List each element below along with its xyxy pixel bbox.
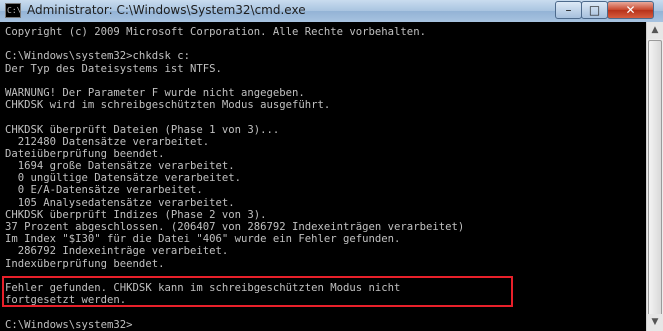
close-button[interactable]: ✕ xyxy=(607,1,654,19)
console-line: 0 ungültige Datensätze verarbeitet. xyxy=(5,172,241,185)
console-line: 0 E/A-Datensätze verarbeitet. xyxy=(5,184,203,197)
console-line: Im Index "$I30" für die Datei "406" wurd… xyxy=(5,233,401,246)
scroll-thumb[interactable] xyxy=(648,40,662,323)
console-line: CHKDSK überprüft Indizes (Phase 2 von 3)… xyxy=(5,208,267,221)
console-line: C:\Windows\system32> xyxy=(5,318,133,331)
console-line: 286792 Indexeinträge verarbeitet. xyxy=(5,245,229,258)
cmd-window: C:\ Administrator: C:\Windows\System32\c… xyxy=(0,0,663,331)
console-line: 212480 Datensätze verarbeitet. xyxy=(5,135,210,148)
scroll-up-icon[interactable]: ▲ xyxy=(647,22,663,39)
console-line: Copyright (c) 2009 Microsoft Corporation… xyxy=(5,26,426,38)
console-line: 37 Prozent abgeschlossen. (206407 von 28… xyxy=(5,221,465,233)
console-line: C:\Windows\system32>chkdsk c: xyxy=(5,50,190,63)
cmd-icon: C:\ xyxy=(5,3,21,18)
console-line: Indexüberprüfung beendet. xyxy=(5,257,165,270)
console-line: CHKDSK wird im schreibgeschützten Modus … xyxy=(5,99,331,112)
console-line: CHKDSK überprüft Dateien (Phase 1 von 3)… xyxy=(5,123,280,136)
minimize-button[interactable]: – xyxy=(555,1,582,19)
title-bar[interactable]: C:\ Administrator: C:\Windows\System32\c… xyxy=(0,0,663,23)
console-line: 1694 große Datensätze verarbeitet. xyxy=(5,160,235,173)
scroll-down-icon[interactable]: ▼ xyxy=(647,314,663,331)
maximize-button[interactable]: □ xyxy=(581,1,608,19)
console-output[interactable]: Copyright (c) 2009 Microsoft Corporation… xyxy=(0,22,646,331)
console-line: Der Typ des Dateisystems ist NTFS. xyxy=(5,62,222,75)
console-line: Dateiüberprüfung beendet. xyxy=(5,147,165,160)
vertical-scrollbar[interactable]: ▲ ▼ xyxy=(646,22,663,331)
error-highlight-box xyxy=(2,276,513,307)
window-title: Administrator: C:\Windows\System32\cmd.e… xyxy=(27,3,306,17)
console-line: WARNUNG! Der Parameter F wurde nicht ang… xyxy=(5,86,305,99)
console-line: 105 Analysedatensätze verarbeitet. xyxy=(5,196,235,209)
